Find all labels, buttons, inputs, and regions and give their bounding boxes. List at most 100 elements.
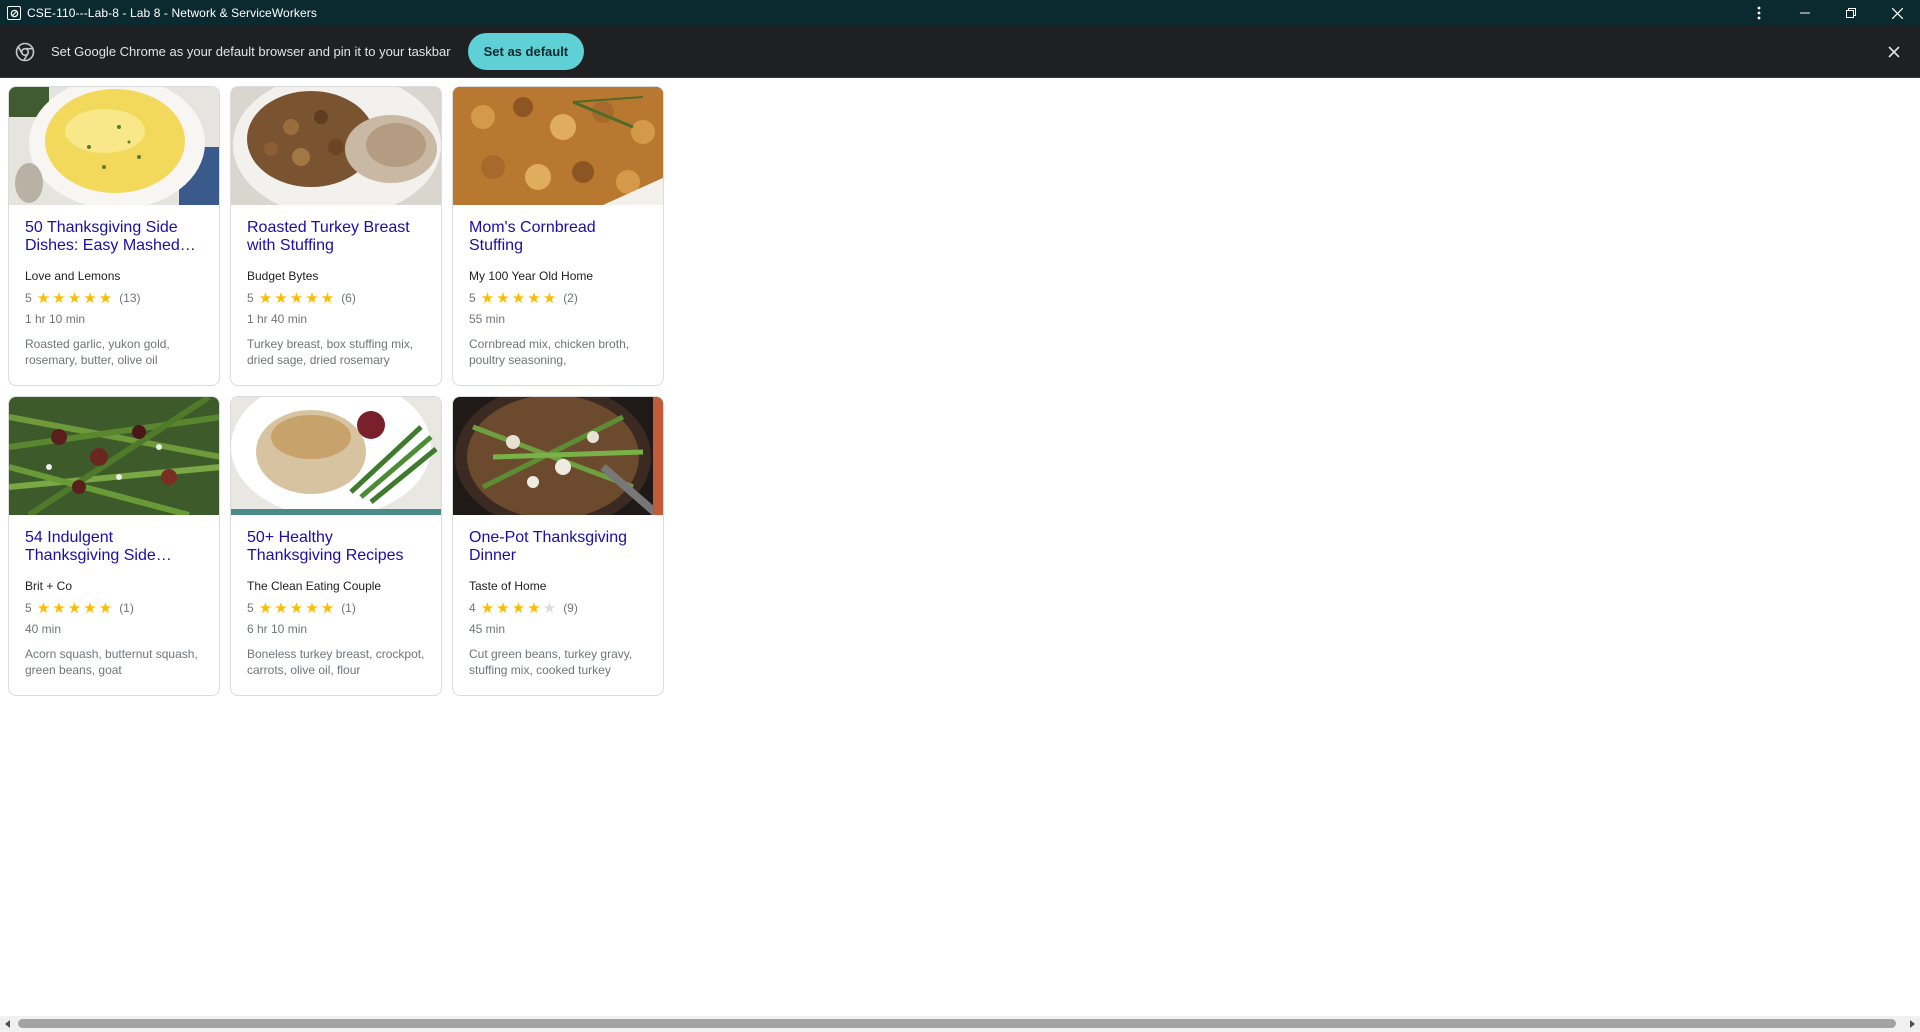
recipe-image-green-beans (9, 397, 219, 515)
recipe-title-link[interactable]: 50 Thanksgiving Side Dishes: Easy Mashed… (25, 219, 203, 255)
recipe-ingredients: Boneless turkey breast, crockpot, carrot… (247, 647, 425, 677)
rating-value: 4 (469, 601, 476, 615)
recipe-source: Brit + Co (25, 579, 73, 593)
star-filled-icon: ★ (320, 599, 335, 617)
recipe-image-mashed-potatoes (9, 87, 219, 205)
recipe-time: 55 min (469, 312, 506, 326)
scroll-right-arrow-icon[interactable] (1910, 1020, 1915, 1028)
recipe-card[interactable]: Roasted Turkey Breast with Stuffing Budg… (230, 86, 442, 386)
review-count: (1) (341, 601, 356, 615)
recipe-ingredients: Turkey breast, box stuffing mix, dried s… (247, 337, 414, 367)
star-filled-icon: ★ (83, 289, 97, 307)
star-filled-icon: ★ (67, 289, 82, 307)
horizontal-scrollbar[interactable] (0, 1016, 1920, 1032)
recipe-rating: 5 ★ ★ ★ ★ ★ (1) (25, 600, 203, 616)
recipe-title-link[interactable]: 54 Indulgent Thanksgiving Side Dishes (25, 529, 203, 565)
recipe-time: 6 hr 10 min (247, 622, 308, 636)
recipe-rating: 5 ★ ★ ★ ★ ★ (2) (469, 290, 647, 306)
star-rating-icons: ★ ★ ★ ★ ★ (481, 291, 559, 306)
star-rating-icons: ★ ★ ★ ★ ★ (259, 291, 337, 306)
star-filled-icon: ★ (305, 289, 319, 307)
recipe-ingredients: Cornbread mix, chicken broth, poultry se… (469, 337, 630, 367)
star-filled-icon: ★ (83, 599, 97, 617)
star-filled-icon: ★ (52, 289, 66, 307)
recipe-ingredients: Roasted garlic, yukon gold, rosemary, bu… (25, 337, 170, 367)
star-filled-icon: ★ (52, 599, 66, 617)
recipe-time: 40 min (25, 622, 62, 636)
star-filled-icon: ★ (527, 599, 541, 617)
recipe-card[interactable]: 50+ Healthy Thanksgiving Recipes The Cle… (230, 396, 442, 696)
star-filled-icon: ★ (98, 599, 113, 617)
page-icon (7, 6, 21, 20)
star-filled-icon: ★ (258, 289, 273, 307)
star-filled-icon: ★ (289, 599, 304, 617)
recipe-ingredients: Acorn squash, butternut squash, green be… (25, 647, 198, 677)
recipe-title-link[interactable]: One-Pot Thanksgiving Dinner (469, 529, 647, 565)
rating-value: 5 (247, 601, 254, 615)
recipe-grid: 50 Thanksgiving Side Dishes: Easy Mashed… (8, 86, 664, 696)
star-rating-icons: ★ ★ ★ ★ ★ (37, 291, 115, 306)
recipe-source: The Clean Eating Couple (247, 579, 382, 593)
star-filled-icon: ★ (320, 289, 335, 307)
recipe-card[interactable]: 54 Indulgent Thanksgiving Side Dishes Br… (8, 396, 220, 696)
window-titlebar: CSE-110---Lab-8 - Lab 8 - Network & Serv… (0, 0, 1920, 26)
star-filled-icon: ★ (480, 289, 495, 307)
rating-value: 5 (469, 291, 476, 305)
recipe-ingredients: Cut green beans, turkey gravy, stuffing … (469, 647, 633, 677)
recipe-rating: 4 ★ ★ ★ ★ ★ (9) (469, 600, 647, 616)
recipe-rating: 5 ★ ★ ★ ★ ★ (1) (247, 600, 425, 616)
recipe-image-one-pot-dinner (453, 397, 663, 515)
infobar-message: Set Google Chrome as your default browse… (51, 44, 451, 59)
star-filled-icon: ★ (511, 599, 526, 617)
star-rating-icons: ★ ★ ★ ★ ★ (259, 601, 337, 616)
star-filled-icon: ★ (305, 599, 319, 617)
minimize-icon[interactable] (1782, 0, 1828, 26)
recipe-time: 1 hr 10 min (25, 312, 86, 326)
recipe-title-link[interactable]: Roasted Turkey Breast with Stuffing (247, 219, 425, 255)
recipe-image-turkey-stuffing (231, 87, 441, 205)
recipe-rating: 5 ★ ★ ★ ★ ★ (6) (247, 290, 425, 306)
kebab-menu-icon[interactable] (1736, 0, 1782, 26)
recipe-source: Love and Lemons (25, 269, 121, 283)
star-filled-icon: ★ (511, 289, 526, 307)
star-empty-icon: ★ (542, 599, 557, 617)
recipe-rating: 5 ★ ★ ★ ★ ★ (13) (25, 290, 203, 306)
recipe-time: 45 min (469, 622, 506, 636)
scrollbar-thumb[interactable] (18, 1019, 1896, 1028)
recipe-title-link[interactable]: Mom's Cornbread Stuffing (469, 219, 647, 255)
recipe-time: 1 hr 40 min (247, 312, 308, 326)
recipe-image-cornbread-stuffing (453, 87, 663, 205)
star-filled-icon: ★ (496, 599, 510, 617)
review-count: (6) (341, 291, 356, 305)
star-filled-icon: ★ (496, 289, 510, 307)
close-icon[interactable] (1874, 0, 1920, 26)
recipe-source: Taste of Home (469, 579, 547, 593)
star-filled-icon: ★ (527, 289, 541, 307)
window-title: CSE-110---Lab-8 - Lab 8 - Network & Serv… (27, 6, 317, 20)
infobar-close-icon[interactable] (1884, 42, 1904, 62)
star-filled-icon: ★ (258, 599, 273, 617)
star-rating-icons: ★ ★ ★ ★ ★ (481, 601, 559, 616)
window-controls (1736, 0, 1920, 26)
star-filled-icon: ★ (36, 289, 51, 307)
chrome-icon (15, 42, 35, 61)
star-filled-icon: ★ (36, 599, 51, 617)
restore-icon[interactable] (1828, 0, 1874, 26)
recipe-card[interactable]: Mom's Cornbread Stuffing My 100 Year Old… (452, 86, 664, 386)
star-filled-icon: ★ (274, 599, 288, 617)
star-filled-icon: ★ (289, 289, 304, 307)
scroll-left-arrow-icon[interactable] (5, 1020, 10, 1028)
recipe-title-link[interactable]: 50+ Healthy Thanksgiving Recipes (247, 529, 425, 565)
recipe-card[interactable]: One-Pot Thanksgiving Dinner Taste of Hom… (452, 396, 664, 696)
rating-value: 5 (25, 291, 32, 305)
set-as-default-button[interactable]: Set as default (467, 33, 585, 70)
recipe-card[interactable]: 50 Thanksgiving Side Dishes: Easy Mashed… (8, 86, 220, 386)
star-rating-icons: ★ ★ ★ ★ ★ (37, 601, 115, 616)
star-filled-icon: ★ (542, 289, 557, 307)
recipe-source: Budget Bytes (247, 269, 319, 283)
review-count: (1) (119, 601, 134, 615)
review-count: (2) (563, 291, 578, 305)
recipe-image-turkey-plate (231, 397, 441, 515)
rating-value: 5 (25, 601, 32, 615)
star-filled-icon: ★ (274, 289, 288, 307)
